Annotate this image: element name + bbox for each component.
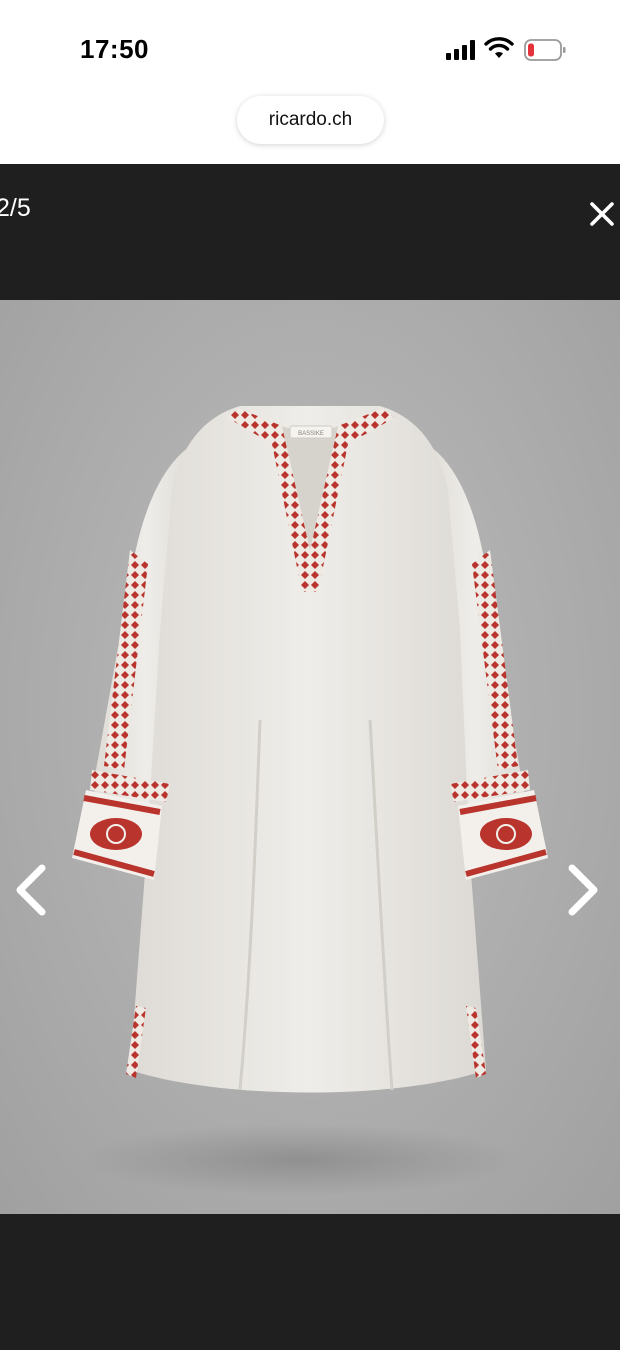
wifi-icon	[484, 37, 514, 58]
chevron-left-icon[interactable]	[8, 860, 52, 920]
browser-address-area: ricardo.ch	[0, 96, 620, 164]
svg-text:BASSIKE: BASSIKE	[298, 431, 324, 437]
image-counter: 2/5	[0, 194, 31, 222]
dress-illustration: BASSIKE	[72, 406, 548, 1196]
close-icon[interactable]	[586, 198, 618, 230]
product-photo: BASSIKE	[0, 300, 620, 1214]
url-bar[interactable]: ricardo.ch	[237, 96, 384, 144]
status-time: 17:50	[80, 34, 149, 64]
image-lightbox: 2/5 BASSIKE	[0, 164, 620, 1350]
battery-low-icon	[524, 39, 566, 61]
cellular-signal-icon	[446, 40, 475, 60]
chevron-right-icon[interactable]	[562, 860, 606, 920]
status-bar: 17:50	[0, 0, 620, 96]
